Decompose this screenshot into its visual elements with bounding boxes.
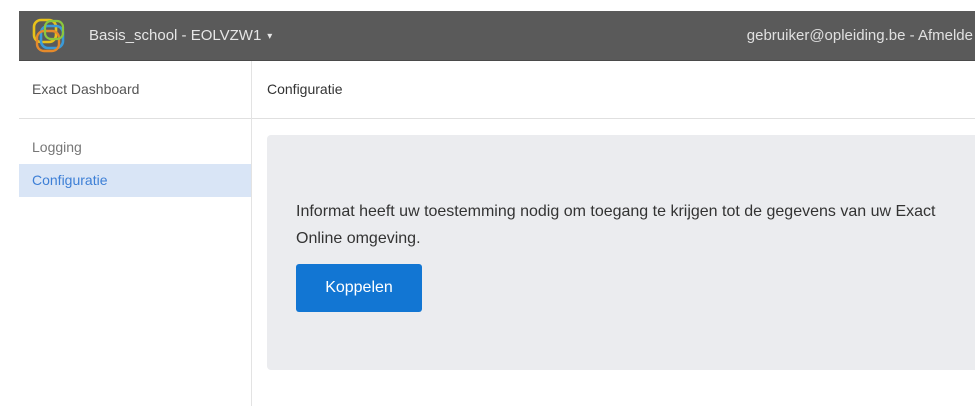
informat-logo-icon[interactable] (30, 17, 70, 55)
sidebar-item-logging[interactable]: Logging (19, 131, 251, 164)
connect-button[interactable]: Koppelen (296, 264, 422, 312)
permission-message: Informat heeft uw toestemming nodig om t… (296, 203, 936, 247)
logout-link[interactable]: Afmelde (918, 27, 973, 44)
school-name: Basis_school - EOLVZW1 (89, 27, 262, 44)
connect-panel: Informat heeft uw toestemming nodig om t… (267, 135, 975, 370)
sidebar-nav: Logging Configuratie (19, 131, 251, 197)
sidebar-item-configuratie[interactable]: Configuratie (19, 164, 251, 197)
page-title: Configuratie (252, 61, 975, 119)
user-separator: - (905, 27, 918, 44)
user-email: gebruiker@opleiding.be (746, 27, 906, 44)
user-area: gebruiker@opleiding.be - Afmelde (747, 27, 973, 44)
school-selector[interactable]: Basis_school - EOLVZW1 ▾ (89, 27, 272, 44)
chevron-down-icon: ▾ (267, 31, 273, 42)
top-navbar: Basis_school - EOLVZW1 ▾ gebruiker@opleid… (19, 11, 975, 61)
sidebar-title: Exact Dashboard (19, 61, 251, 119)
sidebar: Exact Dashboard Logging Configuratie (19, 61, 252, 406)
